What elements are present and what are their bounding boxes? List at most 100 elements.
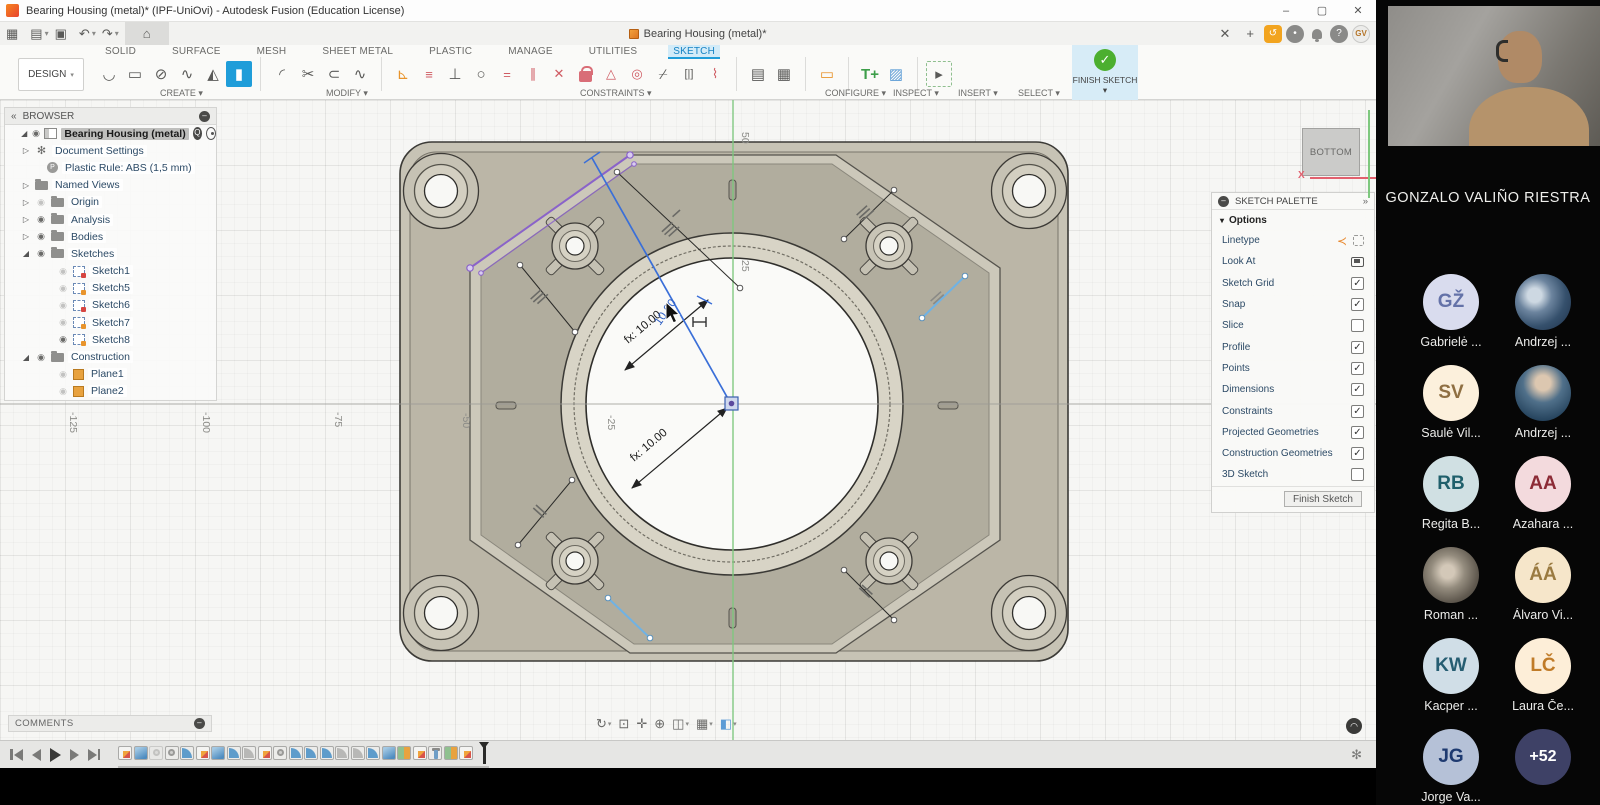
timeline-feature-sketch[interactable] <box>118 746 132 760</box>
eye-on-icon[interactable]: ◉ <box>57 334 69 345</box>
fillet-tool-icon[interactable]: ◜ <box>269 61 295 87</box>
participant-overflow-tile[interactable]: +52 <box>1498 729 1588 790</box>
checkbox-checked[interactable]: ✓ <box>1351 298 1364 311</box>
eye-on-icon[interactable]: ◉ <box>35 352 47 363</box>
tab-plastic[interactable]: PLASTIC <box>424 45 477 59</box>
checkbox-checked[interactable]: ✓ <box>1351 277 1364 290</box>
timeline-feature-sketch[interactable] <box>459 746 473 760</box>
new-tab-icon[interactable]: + <box>1240 26 1260 41</box>
eye-on-icon[interactable]: ◉ <box>35 248 47 259</box>
participant-tile[interactable]: GŽ Gabrielė ... <box>1406 274 1496 349</box>
timeline-feature-hole[interactable] <box>165 746 179 760</box>
speaker-video[interactable] <box>1388 6 1600 146</box>
zoom-tool[interactable]: ⊕ <box>654 716 665 732</box>
browser-item-plastic-rule[interactable]: P Plastic Rule: ABS (1,5 mm) <box>5 159 216 176</box>
browser-item-plane2[interactable]: ◉ Plane2 <box>5 383 216 400</box>
expand-icon[interactable]: ▷ <box>21 198 31 207</box>
find-in-window-icon[interactable]: Q <box>193 127 202 140</box>
comments-panel-tab[interactable]: COMMENTS – <box>8 715 212 732</box>
checkbox-checked[interactable]: ✓ <box>1351 447 1364 460</box>
go-to-start-button[interactable] <box>10 749 23 761</box>
step-back-button[interactable] <box>32 749 41 761</box>
timeline-feature-fillet[interactable] <box>320 746 334 760</box>
palette-options-section[interactable]: ▾ Options <box>1212 210 1374 230</box>
browser-item-named-views[interactable]: ▷ Named Views <box>5 177 216 194</box>
polygon-constraint-icon[interactable]: △ <box>598 61 624 87</box>
palette-minimize-icon[interactable]: – <box>1218 196 1229 207</box>
go-to-end-button[interactable] <box>88 749 101 761</box>
app-grid-icon[interactable]: ▦ <box>0 26 24 42</box>
tab-manage[interactable]: MANAGE <box>503 45 558 59</box>
browser-item-plane1[interactable]: ◉ Plane1 <box>5 366 216 383</box>
spline-tool-icon[interactable]: ∿ <box>174 61 200 87</box>
constraints-group-label[interactable]: CONSTRAINTS ▾ <box>580 88 652 99</box>
insert-group-label[interactable]: INSERT ▾ <box>958 88 998 99</box>
timeline-feature-fillet[interactable] <box>227 746 241 760</box>
viewport-canvas[interactable]: -125 -100 -75 -50 -25 25 50 <box>0 100 1376 740</box>
participant-tile[interactable]: ÁÁ Álvaro Vi... <box>1498 547 1588 622</box>
document-tab[interactable]: Bearing Housing (metal)* <box>629 28 767 40</box>
timeline-gear-icon[interactable]: ✻ <box>1351 747 1362 763</box>
participant-tile[interactable]: AA Azahara ... <box>1498 456 1588 531</box>
timeline-feature-hole-suppressed[interactable] <box>149 746 163 760</box>
browser-item-construction[interactable]: ◢ ◉ Construction <box>5 348 216 365</box>
hatch-icon[interactable]: ≡ <box>416 61 442 87</box>
eye-off-icon[interactable]: ◉ <box>35 197 47 208</box>
look-at-tool[interactable]: ⊡ <box>618 716 629 732</box>
look-at-camera-icon[interactable] <box>1351 257 1364 267</box>
rectangle-tool-icon[interactable]: ▭ <box>122 61 148 87</box>
timeline-feature-sketch[interactable] <box>196 746 210 760</box>
participant-tile[interactable]: Andrzej ... <box>1498 365 1588 440</box>
expand-icon[interactable]: ◢ <box>21 353 31 362</box>
pan-tool[interactable]: ✛ <box>636 716 647 732</box>
curve-tool-icon[interactable]: ∿ <box>347 61 373 87</box>
timeline-feature-fillet[interactable] <box>289 746 303 760</box>
browser-item-bodies[interactable]: ▷ ◉ Bodies <box>5 228 216 245</box>
view-cube[interactable]: BOTTOM <box>1302 128 1360 176</box>
insert-fastener-icon[interactable]: T+ <box>857 61 883 87</box>
eye-on-icon[interactable]: ◉ <box>35 231 47 242</box>
timeline-feature-appearance[interactable] <box>397 746 411 760</box>
timeline-feature-sketch[interactable] <box>258 746 272 760</box>
notifications-bell-icon[interactable] <box>1312 29 1322 39</box>
design-dropdown[interactable]: DESIGN ▾ <box>18 58 84 91</box>
configure-grid-icon[interactable]: ▦ <box>771 61 797 87</box>
display-settings[interactable]: ◫▾ <box>672 716 689 732</box>
equal-constraint-icon[interactable]: = <box>494 61 520 87</box>
tab-sketch[interactable]: SKETCH <box>668 45 720 59</box>
configure-group-label[interactable]: CONFIGURE ▾ <box>825 88 886 99</box>
browser-item-analysis[interactable]: ▷ ◉ Analysis <box>5 211 216 228</box>
browser-item-sketches[interactable]: ◢ ◉ Sketches <box>5 245 216 262</box>
close-tab-icon[interactable]: ✕ <box>1214 26 1237 42</box>
checkbox-unchecked[interactable] <box>1351 319 1364 332</box>
timeline-feature-fastener[interactable] <box>428 746 442 760</box>
participant-tile[interactable]: RB Regita B... <box>1406 456 1496 531</box>
viewports-tool[interactable]: ◧▾ <box>720 716 737 732</box>
checkbox-checked[interactable]: ✓ <box>1351 405 1364 418</box>
configure-table-icon[interactable]: ▤ <box>745 61 771 87</box>
eye-on-icon[interactable]: ◉ <box>35 214 47 225</box>
restore-button[interactable]: ▢ <box>1304 4 1340 17</box>
tab-surface[interactable]: SURFACE <box>167 45 226 59</box>
expand-icon[interactable]: ▷ <box>21 232 31 241</box>
expand-icon[interactable]: ▷ <box>21 146 31 155</box>
participant-tile[interactable]: JG Jorge Va... <box>1406 729 1496 804</box>
inspect-group-label[interactable]: INSPECT ▾ <box>893 88 939 99</box>
linetype-construction-icon[interactable] <box>1353 235 1364 246</box>
tangent-constraint-icon[interactable]: ○ <box>468 61 494 87</box>
browser-item-sketch1[interactable]: ◉ Sketch1 <box>5 263 216 280</box>
participant-tile[interactable]: SV Saulė Vil... <box>1406 365 1496 440</box>
perpendicular-constraint-icon[interactable]: ⊥ <box>442 61 468 87</box>
expand-icon[interactable]: ◢ <box>21 249 31 258</box>
checkbox-checked[interactable]: ✓ <box>1351 383 1364 396</box>
timeline-feature-sketch[interactable] <box>413 746 427 760</box>
timeline-feature-extrude[interactable] <box>382 746 396 760</box>
finish-sketch-button[interactable]: ✓ FINISH SKETCH ▾ <box>1072 45 1138 100</box>
browser-item-sketch6[interactable]: ◉ Sketch6 <box>5 297 216 314</box>
midpoint-constraint-icon[interactable]: ✕ <box>546 61 572 87</box>
orbit-tool[interactable]: ↻▾ <box>596 716 611 732</box>
extensions-icon[interactable]: ↺ <box>1264 25 1282 43</box>
play-button[interactable] <box>50 748 61 762</box>
concentric-constraint-icon[interactable]: ◎ <box>624 61 650 87</box>
browser-item-document-settings[interactable]: ▷ ✻ Document Settings <box>5 142 216 159</box>
